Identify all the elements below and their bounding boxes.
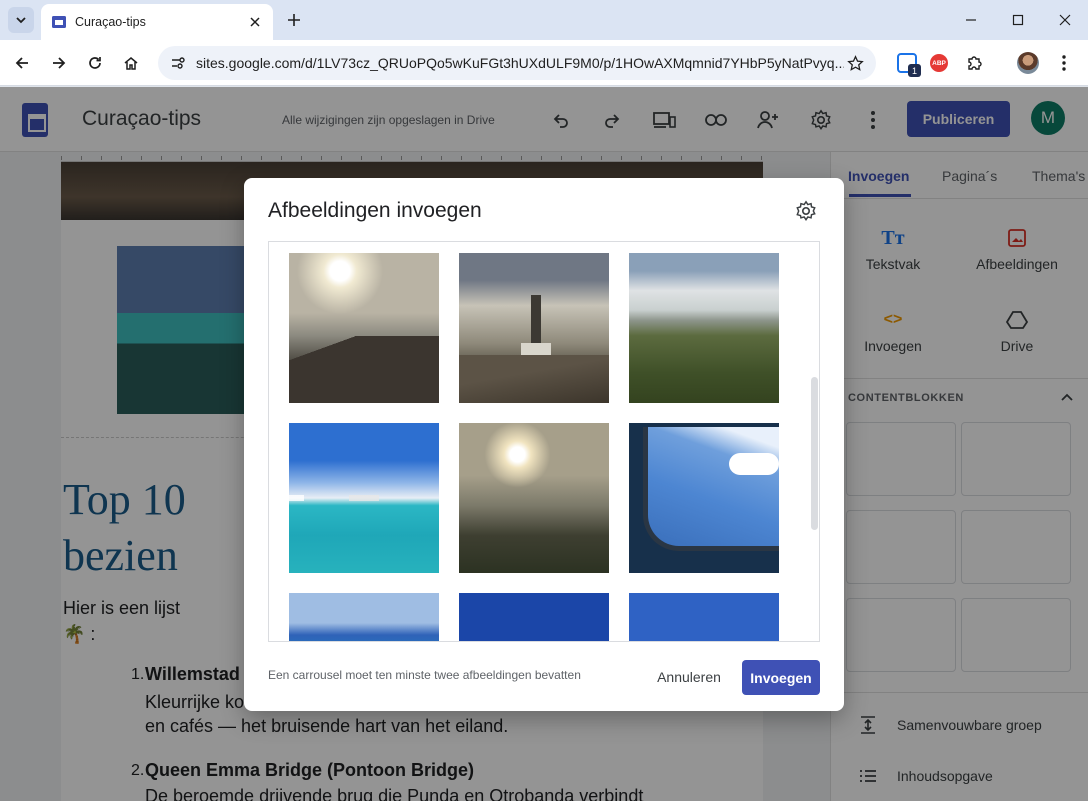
image-thumbnail-1[interactable] — [289, 253, 439, 403]
image-thumbnail-2[interactable] — [459, 253, 609, 403]
close-window-button[interactable] — [1051, 6, 1079, 34]
adblock-extension-button[interactable]: ABP — [927, 51, 951, 75]
reload-icon — [89, 57, 101, 69]
browser-tab[interactable]: Curaçao-tips — [41, 4, 273, 40]
browser-tabstrip: Curaçao-tips — [0, 0, 1088, 40]
image-thumbnail-6[interactable] — [629, 423, 779, 573]
more-vert-icon — [1062, 55, 1066, 71]
chevron-down-icon — [16, 17, 26, 24]
address-bar[interactable]: sites.google.com/d/1LV73cz_QRUoPQo5wKuFG… — [158, 46, 876, 80]
extension-badge-button[interactable]: 1 — [895, 51, 921, 77]
maximize-icon — [1012, 14, 1024, 26]
carousel-hint: Een carrousel moet ten minste twee afbee… — [268, 668, 581, 682]
site-info-icon[interactable] — [168, 53, 188, 73]
image-grid — [268, 241, 820, 642]
image-thumbnail-9[interactable] — [629, 593, 779, 641]
close-tab-icon[interactable] — [247, 14, 263, 30]
adblock-icon: ABP — [930, 54, 948, 72]
gear-icon — [796, 200, 816, 222]
sites-favicon-icon — [52, 16, 66, 28]
home-button[interactable] — [117, 49, 145, 77]
url-text[interactable]: sites.google.com/d/1LV73cz_QRUoPQo5wKuFG… — [196, 55, 844, 71]
image-thumbnail-5[interactable] — [459, 423, 609, 573]
dialog-title: Afbeeldingen invoegen — [268, 199, 482, 222]
image-thumbnail-8[interactable] — [459, 593, 609, 641]
image-thumbnail-3[interactable] — [629, 253, 779, 403]
extensions-menu-button[interactable] — [963, 51, 987, 75]
tab-title: Curaçao-tips — [75, 15, 146, 29]
arrow-left-icon — [15, 57, 28, 69]
new-tab-button[interactable] — [282, 8, 306, 32]
back-button[interactable] — [8, 49, 36, 77]
profile-button[interactable] — [1016, 51, 1040, 75]
image-thumbnail-7[interactable] — [289, 593, 439, 641]
minimize-icon — [966, 19, 976, 21]
dialog-settings-button[interactable] — [793, 198, 819, 224]
profile-avatar — [1017, 52, 1039, 74]
plus-icon — [288, 14, 300, 26]
tab-search-button[interactable] — [8, 7, 34, 33]
maximize-button[interactable] — [1004, 6, 1032, 34]
home-icon — [124, 57, 138, 70]
insert-button[interactable]: Invoegen — [742, 660, 820, 695]
minimize-button[interactable] — [957, 6, 985, 34]
reload-button[interactable] — [81, 49, 109, 77]
image-thumbnail-4[interactable] — [289, 423, 439, 573]
browser-toolbar: sites.google.com/d/1LV73cz_QRUoPQo5wKuFG… — [0, 40, 1088, 86]
extension-icon: 1 — [897, 53, 921, 77]
cancel-button[interactable]: Annuleren — [649, 661, 729, 693]
insert-images-dialog: Afbeeldingen invoegen Een carrousel moet… — [244, 178, 844, 711]
puzzle-icon — [968, 56, 982, 70]
forward-button[interactable] — [45, 49, 73, 77]
bookmark-star-icon[interactable] — [844, 52, 866, 74]
close-icon — [1059, 14, 1071, 26]
browser-menu-button[interactable] — [1052, 51, 1076, 75]
grid-scrollbar[interactable] — [811, 377, 818, 530]
arrow-right-icon — [53, 57, 66, 69]
